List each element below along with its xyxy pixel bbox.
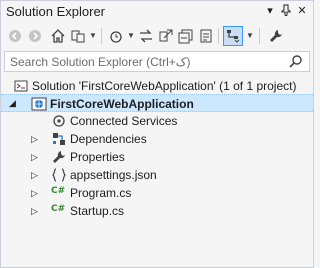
solution-tree: Solution 'FirstCoreWebApplication' (1 of… bbox=[1, 73, 313, 267]
solution-label: Solution 'FirstCoreWebApplication' (1 of… bbox=[32, 79, 297, 93]
title-bar: Solution Explorer ▾ ✕ bbox=[1, 1, 313, 23]
show-all-files-button[interactable] bbox=[197, 26, 215, 46]
back-button[interactable] bbox=[7, 26, 23, 46]
tree-row-connected-services[interactable]: Connected Services bbox=[1, 112, 313, 130]
close-icon[interactable]: ✕ bbox=[295, 4, 309, 18]
pending-changes-dropdown-icon[interactable]: ▼ bbox=[127, 26, 135, 46]
collapsed-arrow-icon[interactable]: ▷ bbox=[31, 169, 41, 181]
tree-row-appsettings[interactable]: ▷ appsettings.json bbox=[1, 166, 313, 184]
sync-active-document-button[interactable] bbox=[137, 26, 155, 46]
collapsed-arrow-icon[interactable]: ▷ bbox=[31, 205, 41, 217]
tree-row-project[interactable]: ◢ FirstCoreWebApplication bbox=[1, 94, 313, 112]
preview-dropdown-icon[interactable]: ▼ bbox=[246, 26, 254, 46]
tree-row-properties[interactable]: ▷ Properties bbox=[1, 148, 313, 166]
panel-title: Solution Explorer bbox=[6, 4, 105, 19]
switch-views-dropdown-icon[interactable]: ▼ bbox=[89, 26, 97, 46]
tree-item-label: Connected Services bbox=[70, 114, 178, 128]
tree-item-label: Properties bbox=[70, 150, 125, 164]
autohide-pin-icon[interactable] bbox=[279, 4, 293, 18]
web-project-icon bbox=[31, 97, 47, 111]
collapse-all-button[interactable] bbox=[177, 26, 195, 46]
solution-explorer-panel: Solution Explorer ▾ ✕ ▼ ▼ ▼ Search Solut… bbox=[0, 0, 314, 268]
tree-row-solution[interactable]: Solution 'FirstCoreWebApplication' (1 of… bbox=[1, 77, 313, 95]
tree-item-label: Startup.cs bbox=[70, 204, 125, 218]
project-label: FirstCoreWebApplication bbox=[50, 97, 194, 111]
window-position-dropdown-icon[interactable]: ▾ bbox=[263, 4, 277, 18]
tree-row-startup[interactable]: ▷ C# Startup.cs bbox=[1, 202, 313, 220]
toolbar-separator bbox=[218, 28, 219, 44]
collapsed-arrow-icon[interactable]: ▷ bbox=[31, 133, 41, 145]
tree-item-label: appsettings.json bbox=[70, 168, 157, 182]
toolbar-separator bbox=[101, 28, 102, 44]
preview-selected-items-button[interactable] bbox=[223, 26, 243, 46]
search-icon[interactable] bbox=[289, 54, 303, 68]
properties-wrench-button[interactable] bbox=[267, 26, 285, 46]
toolbar-separator bbox=[259, 28, 260, 44]
expanded-arrow-icon[interactable]: ◢ bbox=[9, 97, 19, 109]
search-input[interactable] bbox=[5, 52, 285, 71]
csharp-file-icon: C# bbox=[51, 186, 66, 196]
search-box[interactable] bbox=[4, 51, 310, 72]
wrench-icon bbox=[53, 151, 65, 163]
connected-services-icon bbox=[53, 115, 65, 127]
solution-icon bbox=[14, 80, 28, 92]
csharp-file-icon: C# bbox=[51, 204, 66, 214]
tree-item-label: Program.cs bbox=[70, 186, 132, 200]
pending-changes-filter-button[interactable] bbox=[107, 26, 125, 46]
switch-views-button[interactable] bbox=[69, 26, 87, 46]
tree-item-label: Dependencies bbox=[70, 132, 147, 146]
forward-button[interactable] bbox=[27, 26, 43, 46]
collapsed-arrow-icon[interactable]: ▷ bbox=[31, 187, 41, 199]
tree-row-dependencies[interactable]: ▷ Dependencies bbox=[1, 130, 313, 148]
home-button[interactable] bbox=[49, 26, 67, 46]
refresh-button[interactable] bbox=[157, 26, 175, 46]
dependencies-icon bbox=[53, 133, 65, 145]
tree-row-program[interactable]: ▷ C# Program.cs bbox=[1, 184, 313, 202]
toolbar: ▼ ▼ ▼ bbox=[1, 23, 313, 49]
json-file-icon bbox=[52, 168, 66, 182]
collapsed-arrow-icon[interactable]: ▷ bbox=[31, 151, 41, 163]
